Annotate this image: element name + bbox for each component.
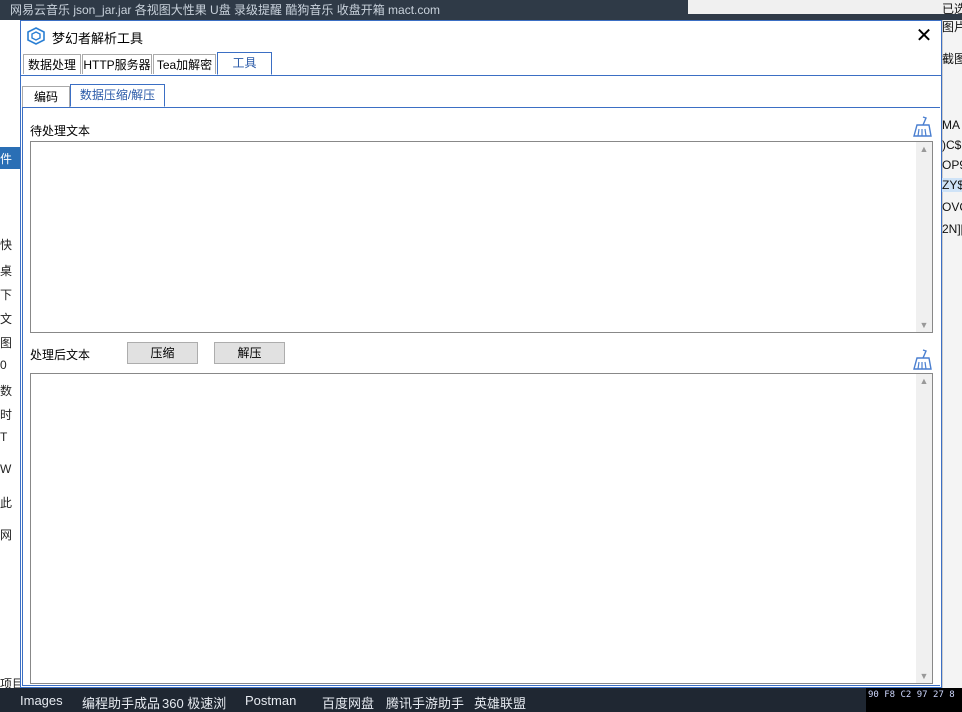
taskbar-item[interactable]: Images — [20, 693, 63, 708]
background-left-label: 时 — [0, 408, 13, 422]
taskbar-item[interactable]: 英雄联盟 — [474, 693, 526, 712]
taskbar-item[interactable]: 360 极速浏 — [162, 693, 226, 712]
window-title: 梦幻者解析工具 — [52, 31, 144, 46]
background-left-label: T — [0, 430, 8, 444]
taskbar: Images 编程助手成品 360 极速浏 Postman 百度网盘 腾讯手游助… — [0, 688, 962, 712]
background-left-label: 件 — [0, 152, 13, 166]
scroll-down-icon[interactable]: ▼ — [916, 318, 932, 332]
input-textarea[interactable]: ▲ ▼ — [30, 141, 933, 333]
output-label: 处理后文本 — [30, 348, 91, 362]
taskbar-item[interactable]: 腾讯手游助手 — [386, 693, 464, 712]
background-left-label: 桌 — [0, 264, 13, 278]
tab-divider — [21, 75, 941, 76]
taskbar-item[interactable]: 百度网盘 — [322, 693, 374, 712]
app-window: 梦幻者解析工具 ✕ 数据处理 HTTP服务器 Tea加解密 工具 编码 数据压缩… — [20, 20, 942, 688]
background-right-text: )C$ — [942, 138, 962, 152]
scroll-down-icon[interactable]: ▼ — [916, 669, 932, 683]
taskbar-item[interactable]: 编程助手成品 — [82, 693, 160, 712]
background-right-text: MA — [942, 118, 960, 132]
background-left-label: 快 — [0, 238, 13, 252]
background-right-text: ZY$1 — [942, 178, 962, 192]
background-left-label: 下 — [0, 288, 13, 302]
background-explorer-sidebar — [0, 20, 20, 688]
title-bar[interactable]: 梦幻者解析工具 ✕ — [21, 21, 941, 51]
tab-data-processing[interactable]: 数据处理 — [23, 54, 81, 74]
scroll-up-icon[interactable]: ▲ — [916, 142, 932, 156]
background-explorer-ribbon — [688, 0, 962, 14]
background-left-label: 0 — [0, 358, 7, 372]
input-label: 待处理文本 — [30, 124, 91, 138]
close-icon: ✕ — [915, 25, 933, 47]
background-hex-view: 90 F8 C2 97 27 8 — [866, 688, 962, 712]
background-right-text: OVC — [942, 200, 962, 214]
scroll-up-icon[interactable]: ▲ — [916, 374, 932, 388]
tab-http-server[interactable]: HTTP服务器 — [82, 54, 152, 74]
output-textarea[interactable]: ▲ ▼ — [30, 373, 933, 684]
background-left-label: 此 — [0, 496, 13, 510]
background-right-text: 2N][ — [942, 222, 962, 236]
tab-tea-crypto[interactable]: Tea加解密 — [153, 54, 216, 74]
subtab-encoding[interactable]: 编码 — [22, 86, 70, 107]
input-scrollbar[interactable]: ▲ ▼ — [916, 142, 932, 332]
compress-button[interactable]: 压缩 — [127, 342, 198, 364]
compress-panel: 待处理文本 ▲ ▼ 处理后文本 压缩 解压 ▲ ▼ — [22, 107, 940, 686]
background-left-label: 图 — [0, 336, 13, 350]
tab-tools[interactable]: 工具 — [217, 52, 272, 75]
output-scrollbar[interactable]: ▲ ▼ — [916, 374, 932, 683]
background-right-text: 截图 — [942, 52, 962, 66]
broom-icon[interactable] — [911, 116, 933, 138]
background-left-label: 网 — [0, 528, 13, 542]
subtab-compress-decompress[interactable]: 数据压缩/解压 — [70, 84, 165, 107]
decompress-button[interactable]: 解压 — [214, 342, 285, 364]
background-right-text: 图片工具 — [942, 20, 962, 34]
broom-icon[interactable] — [911, 349, 933, 371]
background-right-text: 已选 — [942, 2, 962, 16]
close-button[interactable]: ✕ — [913, 25, 935, 47]
background-left-label: W — [0, 462, 12, 476]
background-top-text: 网易云音乐 json_jar.jar 各视图大性果 U盘 录级提醒 酷狗音乐 收… — [10, 3, 441, 17]
background-left-label: 数 — [0, 384, 13, 398]
background-right-text: OP9 — [942, 158, 962, 172]
background-left-label: 文 — [0, 312, 13, 326]
taskbar-item[interactable]: Postman — [245, 693, 296, 708]
app-logo-icon — [27, 27, 45, 45]
